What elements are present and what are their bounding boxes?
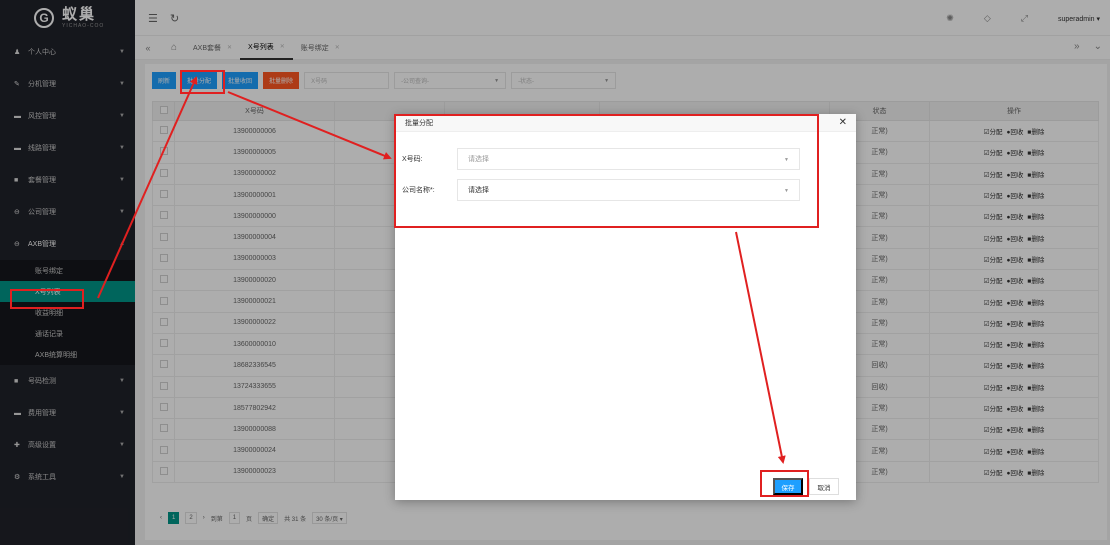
arrow-sidebar-to-button	[97, 76, 198, 299]
annotation-arrows	[97, 76, 786, 464]
arrow-button-to-dialog	[227, 91, 392, 160]
arrow-form-to-save	[735, 231, 786, 464]
